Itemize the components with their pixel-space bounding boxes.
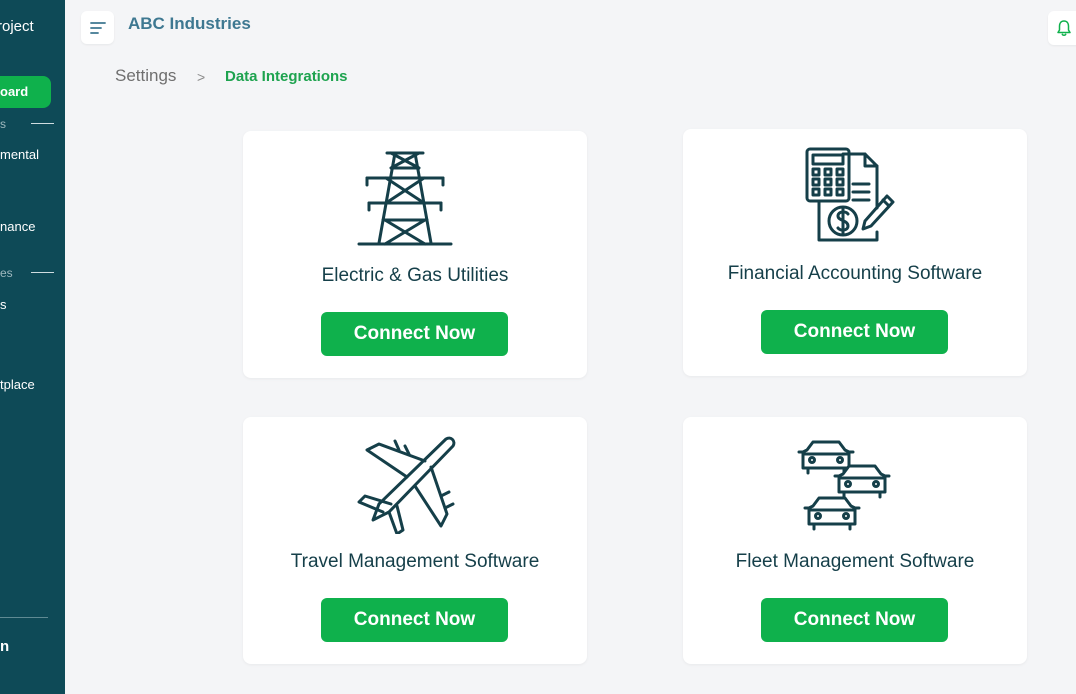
sidebar-section-rule [31,123,54,124]
sidebar-brand: roject [0,18,34,35]
sidebar-item-governance[interactable]: nance [0,219,35,234]
breadcrumb-current: Data Integrations [225,68,348,85]
sidebar-bottom-item[interactable]: n [0,638,9,655]
integration-card-travel: Travel Management Software Connect Now [243,417,587,664]
company-name: ABC Industries [128,14,251,33]
connect-now-button[interactable]: Connect Now [761,310,948,354]
sidebar-section-label: s [0,117,6,131]
connect-now-button[interactable]: Connect Now [761,598,948,642]
sidebar-section-label: es [0,266,13,280]
sidebar-item-environmental[interactable]: mental [0,147,39,162]
card-title: Fleet Management Software [735,551,975,572]
notifications-button[interactable] [1048,11,1076,45]
card-title: Financial Accounting Software [727,263,983,284]
sidebar-item-dashboard[interactable]: oard [0,76,51,108]
integration-card-fleet: Fleet Management Software Connect Now [683,417,1027,664]
breadcrumb-separator: > [197,69,206,85]
sidebar-section-rule [31,272,54,273]
sidebar: roject oard s mental nance es s tplace n [0,0,65,694]
card-title: Travel Management Software [290,551,540,572]
connect-now-button[interactable]: Connect Now [321,312,508,356]
menu-toggle-button[interactable] [81,11,114,44]
sidebar-divider [0,617,48,618]
cars-fleet-icon [797,440,891,531]
breadcrumb-settings[interactable]: Settings [115,66,176,86]
airplane-icon [357,436,456,534]
card-title: Electric & Gas Utilities [321,265,509,286]
sidebar-item-marketplace[interactable]: tplace [0,377,35,392]
menu-lines-icon [89,21,106,34]
power-tower-icon [357,151,453,246]
integration-card-accounting: Financial Accounting Software Connect No… [683,129,1027,376]
calculator-invoice-icon [805,147,895,242]
bell-icon [1057,20,1071,36]
connect-now-button[interactable]: Connect Now [321,598,508,642]
sidebar-item-3[interactable]: s [0,297,7,312]
integration-card-utilities: Electric & Gas Utilities Connect Now [243,131,587,378]
